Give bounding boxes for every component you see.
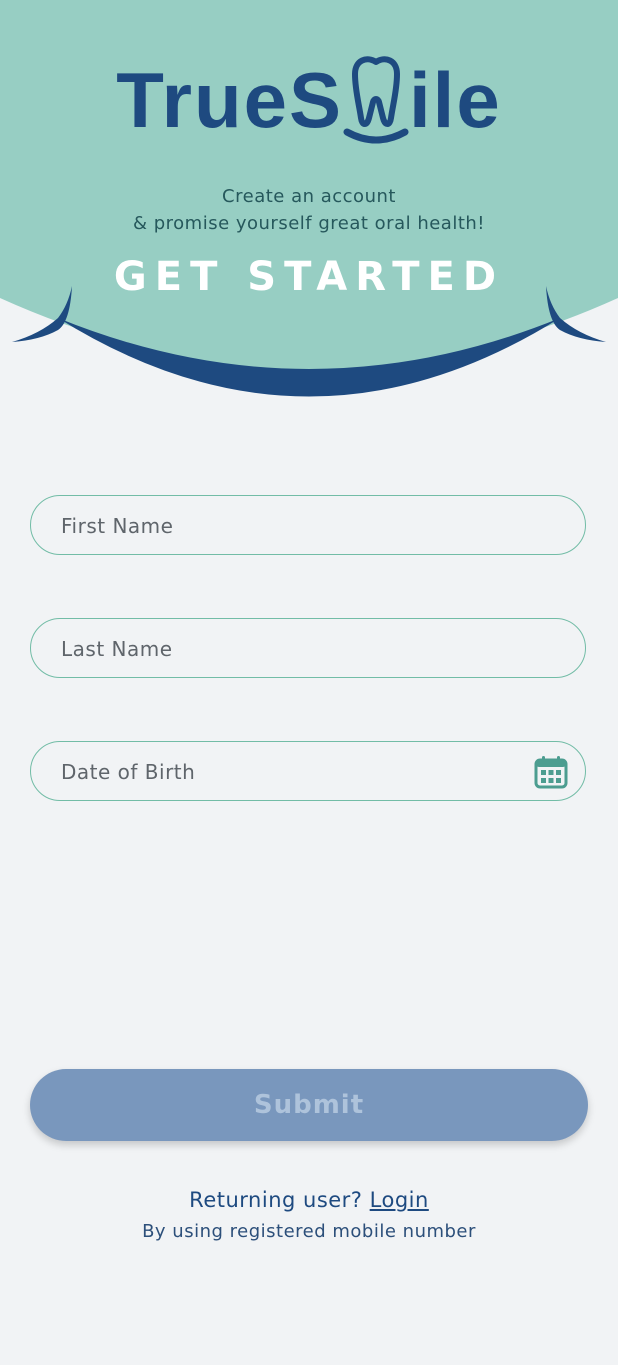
returning-user-text: Returning user?	[189, 1188, 363, 1212]
submit-button[interactable]: Submit	[30, 1069, 588, 1141]
date-of-birth-input[interactable]	[59, 742, 533, 801]
first-name-input[interactable]	[59, 496, 533, 555]
calendar-icon[interactable]	[533, 754, 569, 790]
brand-logo: TrueS ile	[0, 52, 618, 148]
login-link[interactable]: Login	[370, 1188, 429, 1212]
last-name-input[interactable]	[59, 619, 533, 678]
subtitle-line-1: Create an account	[222, 186, 396, 207]
date-of-birth-field[interactable]	[30, 741, 586, 801]
returning-user-line: Returning user? Login	[0, 1188, 618, 1212]
header: TrueS ile Create an account & promise yo…	[0, 0, 618, 430]
brand-name-prefix: TrueS	[116, 56, 343, 144]
first-name-field[interactable]	[30, 495, 586, 555]
last-name-field[interactable]	[30, 618, 586, 678]
page-title: GET STARTED	[113, 254, 505, 300]
subtitle-line-2: & promise yourself great oral health!	[132, 213, 486, 234]
tooth-smile-icon	[343, 56, 409, 144]
login-note: By using registered mobile number	[142, 1221, 476, 1242]
brand-name-suffix: ile	[409, 56, 502, 144]
